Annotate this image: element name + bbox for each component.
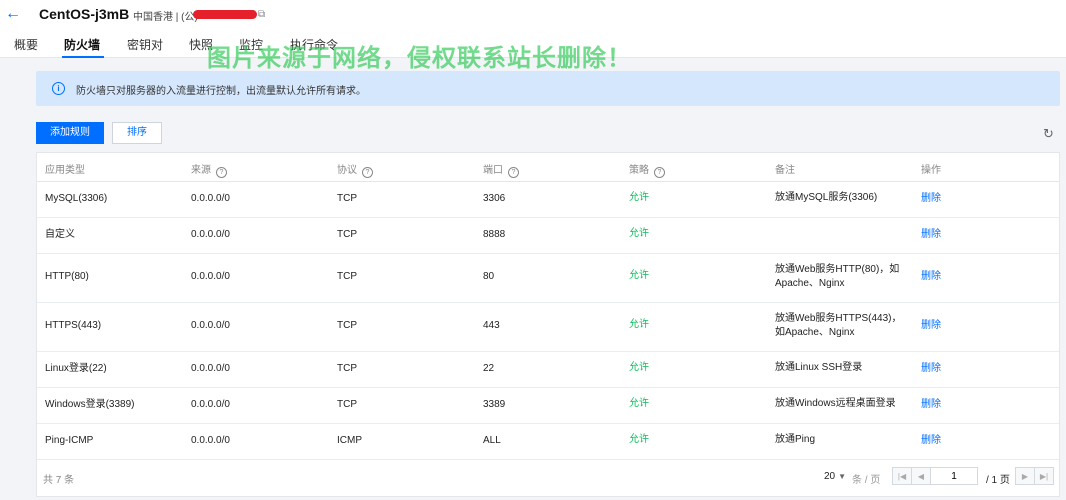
cell-app: Ping-ICMP — [45, 435, 94, 446]
help-icon[interactable]: ? — [654, 167, 665, 178]
next-page-icon[interactable]: ▶ — [1015, 467, 1035, 485]
col-action: 操作 — [921, 165, 941, 176]
tab-keypair[interactable]: 密钥对 — [127, 36, 163, 56]
col-protocol: 协议? — [337, 161, 373, 178]
pagination-bar: 共 7 条 20▼ 条 / 页 |◀ ◀ / 1 页 ▶ ▶| — [37, 459, 1059, 497]
cell-policy: 允许 — [629, 228, 649, 239]
delete-link[interactable]: 删除 — [921, 228, 941, 242]
table-row: Ping-ICMP 0.0.0.0/0 ICMP ALL 允许 放通Ping 删… — [37, 423, 1059, 460]
cell-policy: 允许 — [629, 362, 649, 373]
cell-port: ALL — [483, 435, 501, 446]
info-notice: i 防火墙只对服务器的入流量进行控制，出流量默认允许所有请求。 — [36, 71, 1060, 106]
cell-policy: 允许 — [629, 270, 649, 281]
cell-policy: 允许 — [629, 319, 649, 330]
delete-link[interactable]: 删除 — [921, 434, 941, 448]
tab-overview[interactable]: 概要 — [14, 36, 38, 56]
total-pages: / 1 页 — [986, 475, 1010, 486]
cell-app: HTTPS(443) — [45, 320, 102, 331]
table-row: HTTP(80) 0.0.0.0/0 TCP 80 允许 放通Web服务HTTP… — [37, 253, 1059, 303]
table-row: 自定义 0.0.0.0/0 TCP 8888 允许 删除 — [37, 217, 1059, 254]
delete-link[interactable]: 删除 — [921, 398, 941, 412]
cell-app: MySQL(3306) — [45, 193, 108, 204]
caret-down-icon: ▼ — [838, 472, 847, 481]
cell-app: Windows登录(3389) — [45, 399, 135, 410]
help-icon[interactable]: ? — [362, 167, 373, 178]
cell-port: 8888 — [483, 229, 506, 240]
delete-link[interactable]: 删除 — [921, 270, 941, 284]
table-row: Linux登录(22) 0.0.0.0/0 TCP 22 允许 放通Linux … — [37, 351, 1059, 388]
delete-link[interactable]: 删除 — [921, 319, 941, 333]
delete-link[interactable]: 删除 — [921, 362, 941, 376]
tab-monitor[interactable]: 监控 — [239, 36, 263, 56]
cell-port: 80 — [483, 271, 495, 282]
info-icon: i — [52, 82, 65, 95]
last-page-icon[interactable]: ▶| — [1034, 467, 1054, 485]
region-label: 中国香港 | (公) — [133, 12, 198, 23]
cell-source: 0.0.0.0/0 — [191, 435, 230, 446]
redacted-ip — [193, 10, 257, 19]
delete-link[interactable]: 删除 — [921, 192, 941, 206]
cell-port: 3389 — [483, 399, 506, 410]
table-header: 应用类型 来源? 协议? 端口? 策略? 备注 操作 — [37, 153, 1059, 182]
notice-text: 防火墙只对服务器的入流量进行控制，出流量默认允许所有请求。 — [76, 86, 366, 97]
table-row: MySQL(3306) 0.0.0.0/0 TCP 3306 允许 放通MySQ… — [37, 181, 1059, 218]
cell-protocol: TCP — [337, 320, 357, 331]
prev-page-icon[interactable]: ◀ — [911, 467, 931, 485]
cell-policy: 允许 — [629, 434, 649, 445]
tab-exec-command[interactable]: 执行命令 — [290, 36, 338, 56]
cell-protocol: TCP — [337, 193, 357, 204]
first-page-icon[interactable]: |◀ — [892, 467, 912, 485]
col-port: 端口? — [483, 161, 519, 178]
cell-protocol: TCP — [337, 229, 357, 240]
cell-source: 0.0.0.0/0 — [191, 193, 230, 204]
cell-port: 443 — [483, 320, 500, 331]
cell-policy: 允许 — [629, 398, 649, 409]
tab-firewall[interactable]: 防火墙 — [61, 36, 105, 58]
top-bar: ← CentOS-j3mB 中国香港 | (公) ⧉ 概要 防火墙 密钥对 快照… — [0, 0, 1066, 58]
table-row: Windows登录(3389) 0.0.0.0/0 TCP 3389 允许 放通… — [37, 387, 1059, 424]
page-size-select[interactable]: 20 ▼ — [824, 471, 846, 482]
sort-button[interactable]: 排序 — [112, 122, 162, 144]
tab-snapshot[interactable]: 快照 — [189, 36, 213, 56]
table-row: HTTPS(443) 0.0.0.0/0 TCP 443 允许 放通Web服务H… — [37, 302, 1059, 352]
help-icon[interactable]: ? — [508, 167, 519, 178]
cell-source: 0.0.0.0/0 — [191, 363, 230, 374]
help-icon[interactable]: ? — [216, 167, 227, 178]
cell-note: 放通Web服务HTTPS(443)，如Apache、Nginx — [775, 313, 902, 338]
refresh-icon[interactable]: ↻ — [1043, 127, 1057, 141]
cell-protocol: ICMP — [337, 435, 362, 446]
col-policy: 策略? — [629, 161, 665, 178]
cell-note: 放通Web服务HTTP(80)，如Apache、Nginx — [775, 264, 900, 289]
col-source: 来源? — [191, 161, 227, 178]
cell-port: 22 — [483, 363, 495, 374]
cell-note: 放通Windows远程桌面登录 — [775, 398, 896, 409]
cell-source: 0.0.0.0/0 — [191, 399, 230, 410]
cell-app: Linux登录(22) — [45, 363, 107, 374]
cell-note: 放通Linux SSH登录 — [775, 362, 863, 373]
total-count: 共 7 条 — [43, 475, 75, 486]
cell-protocol: TCP — [337, 363, 357, 374]
cell-source: 0.0.0.0/0 — [191, 229, 230, 240]
page-size-unit: 条 / 页 — [852, 475, 881, 486]
cell-note: 放通MySQL服务(3306) — [775, 192, 878, 203]
tab-bar: 概要 防火墙 密钥对 快照 监控 执行命令 — [0, 36, 1066, 58]
cell-source: 0.0.0.0/0 — [191, 320, 230, 331]
cell-app: HTTP(80) — [45, 271, 89, 282]
add-rule-button[interactable]: 添加规则 — [36, 122, 104, 144]
col-note: 备注 — [775, 165, 795, 176]
cell-note: 放通Ping — [775, 434, 816, 445]
col-app-type: 应用类型 — [45, 165, 85, 176]
cell-app: 自定义 — [45, 229, 75, 240]
cell-port: 3306 — [483, 193, 506, 204]
cell-source: 0.0.0.0/0 — [191, 271, 230, 282]
firewall-rules-table: 应用类型 来源? 协议? 端口? 策略? 备注 操作 MySQL(3306) 0… — [36, 152, 1060, 497]
cell-protocol: TCP — [337, 399, 357, 410]
cell-protocol: TCP — [337, 271, 357, 282]
copy-icon[interactable]: ⧉ — [258, 9, 268, 20]
cell-policy: 允许 — [629, 192, 649, 203]
page-number-input[interactable] — [930, 467, 978, 485]
page-title: CentOS-j3mB — [39, 6, 130, 22]
back-arrow-icon[interactable]: ← — [4, 4, 22, 24]
